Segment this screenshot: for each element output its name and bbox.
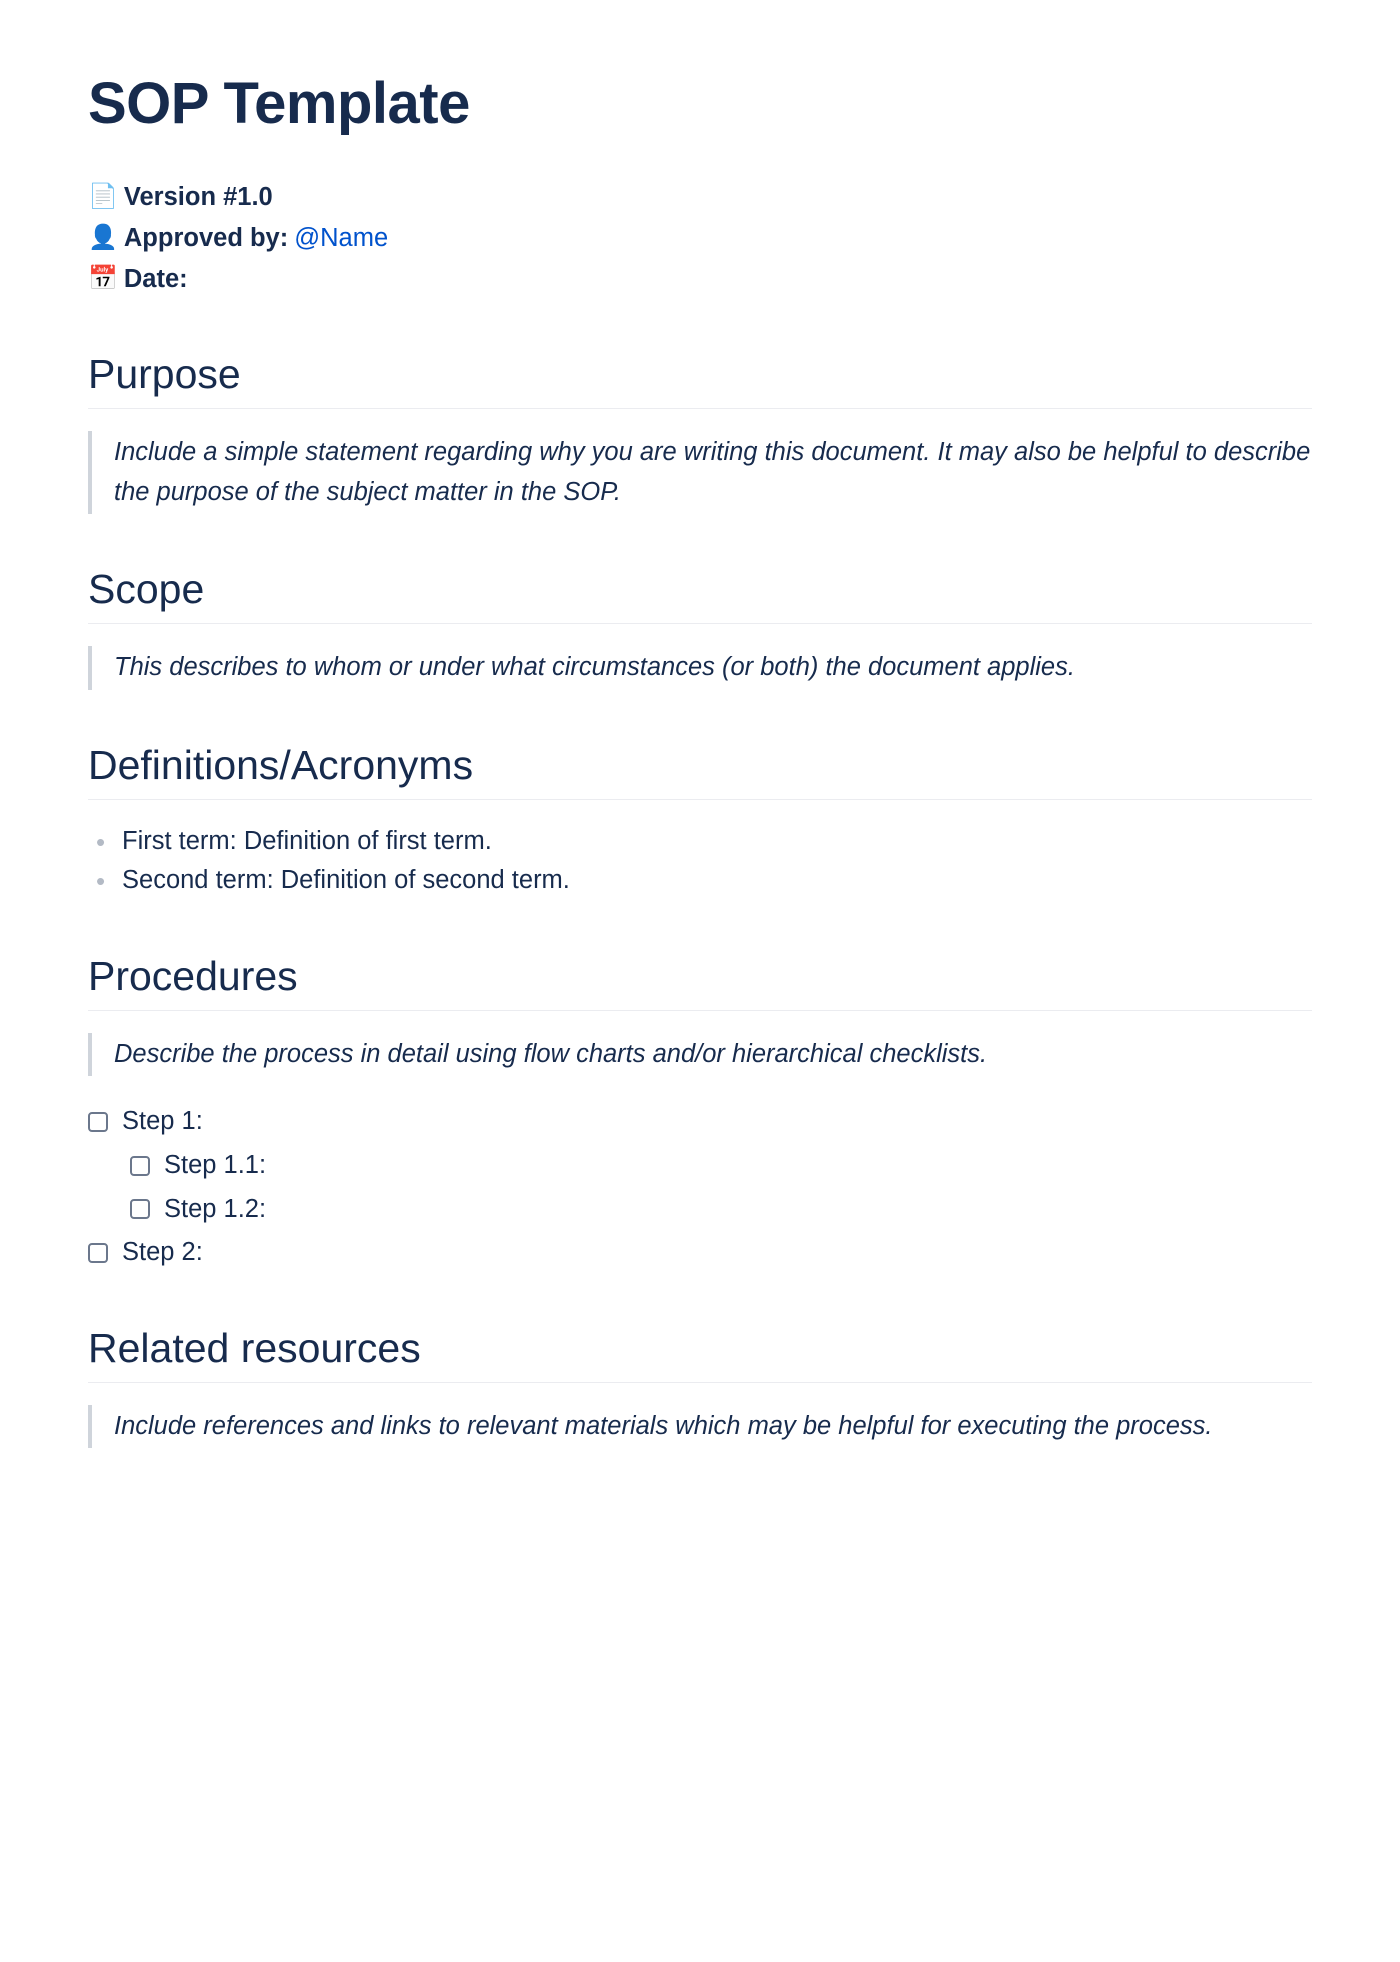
meta-block: 📄 Version #1.0 👤 Approved by: @Name 📅 Da… (88, 177, 1312, 299)
purpose-body: Include a simple statement regarding why… (114, 433, 1312, 512)
document-icon: 📄 (88, 178, 118, 216)
meta-version: 📄 Version #1.0 (88, 177, 1312, 218)
panel-related-resources: Include references and links to relevant… (88, 1405, 1312, 1449)
checkbox-icon[interactable] (130, 1156, 150, 1176)
panel-purpose: Include a simple statement regarding why… (88, 431, 1312, 514)
heading-related-resources: Related resources (88, 1325, 1312, 1383)
heading-procedures: Procedures (88, 953, 1312, 1011)
version-label: Version #1.0 (124, 177, 273, 218)
checklist-item-step1-1[interactable]: Step 1.1: (88, 1146, 1312, 1186)
related-body: Include references and links to relevant… (114, 1407, 1312, 1447)
page-title: SOP Template (88, 70, 1312, 137)
calendar-icon: 📅 (88, 260, 118, 298)
scope-body: This describes to whom or under what cir… (114, 648, 1312, 688)
list-item: Second term: Definition of second term. (118, 861, 1312, 901)
document-page: SOP Template 📄 Version #1.0 👤 Approved b… (0, 0, 1400, 1962)
heading-purpose: Purpose (88, 351, 1312, 409)
checklist-item-step2[interactable]: Step 2: (88, 1233, 1312, 1273)
heading-scope: Scope (88, 566, 1312, 624)
checklist-item-step1-2[interactable]: Step 1.2: (88, 1190, 1312, 1230)
approved-by-mention[interactable]: @Name (294, 218, 388, 259)
heading-definitions: Definitions/Acronyms (88, 742, 1312, 800)
procedures-body: Describe the process in detail using flo… (114, 1035, 1312, 1075)
checklist-item-step1[interactable]: Step 1: (88, 1102, 1312, 1142)
meta-approved-by: 👤 Approved by: @Name (88, 218, 1312, 259)
panel-procedures: Describe the process in detail using flo… (88, 1033, 1312, 1077)
checkbox-icon[interactable] (88, 1243, 108, 1263)
procedure-checklist: Step 1: Step 1.1: Step 1.2: Step 2: (88, 1102, 1312, 1272)
step-label: Step 1: (122, 1102, 203, 1142)
list-item: First term: Definition of first term. (118, 822, 1312, 862)
step-label: Step 1.1: (164, 1146, 266, 1186)
definitions-list: First term: Definition of first term. Se… (88, 822, 1312, 901)
person-icon: 👤 (88, 219, 118, 257)
checkbox-icon[interactable] (130, 1199, 150, 1219)
step-label: Step 2: (122, 1233, 203, 1273)
date-label: Date: (124, 259, 188, 300)
meta-date: 📅 Date: (88, 259, 1312, 300)
checkbox-icon[interactable] (88, 1112, 108, 1132)
step-label: Step 1.2: (164, 1190, 266, 1230)
approved-by-label: Approved by: (124, 218, 288, 259)
panel-scope: This describes to whom or under what cir… (88, 646, 1312, 690)
